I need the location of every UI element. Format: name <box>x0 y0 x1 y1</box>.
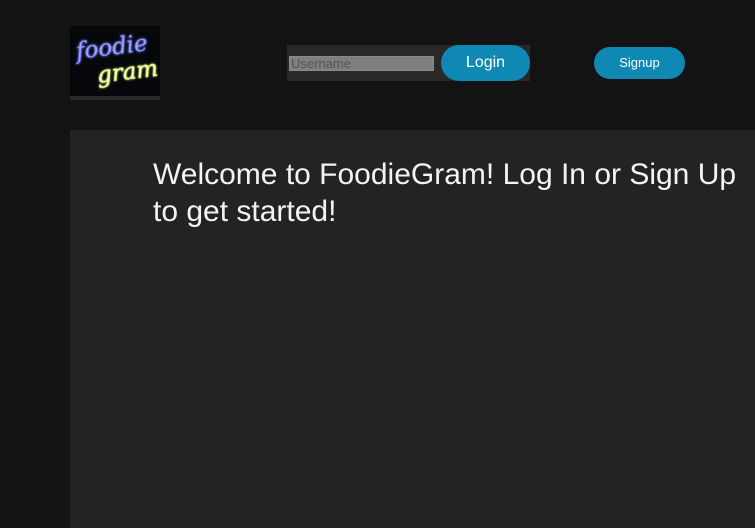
foodiegram-page: foodie gram Login Signup Welcome to Food… <box>0 0 755 528</box>
signup-button[interactable]: Signup <box>594 47 685 79</box>
foodiegram-logo: foodie gram <box>70 26 160 96</box>
username-input[interactable] <box>289 56 434 71</box>
welcome-heading: Welcome to FoodieGram! Log In or Sign Up… <box>153 158 737 228</box>
neon-logo-icon: foodie gram <box>70 26 160 96</box>
login-button[interactable]: Login <box>441 45 530 81</box>
top-header: foodie gram Login Signup <box>0 0 755 130</box>
login-form: Login <box>287 45 530 81</box>
logo-frame: foodie gram <box>70 26 160 100</box>
main-panel: Welcome to FoodieGram! Log In or Sign Up… <box>70 130 755 528</box>
